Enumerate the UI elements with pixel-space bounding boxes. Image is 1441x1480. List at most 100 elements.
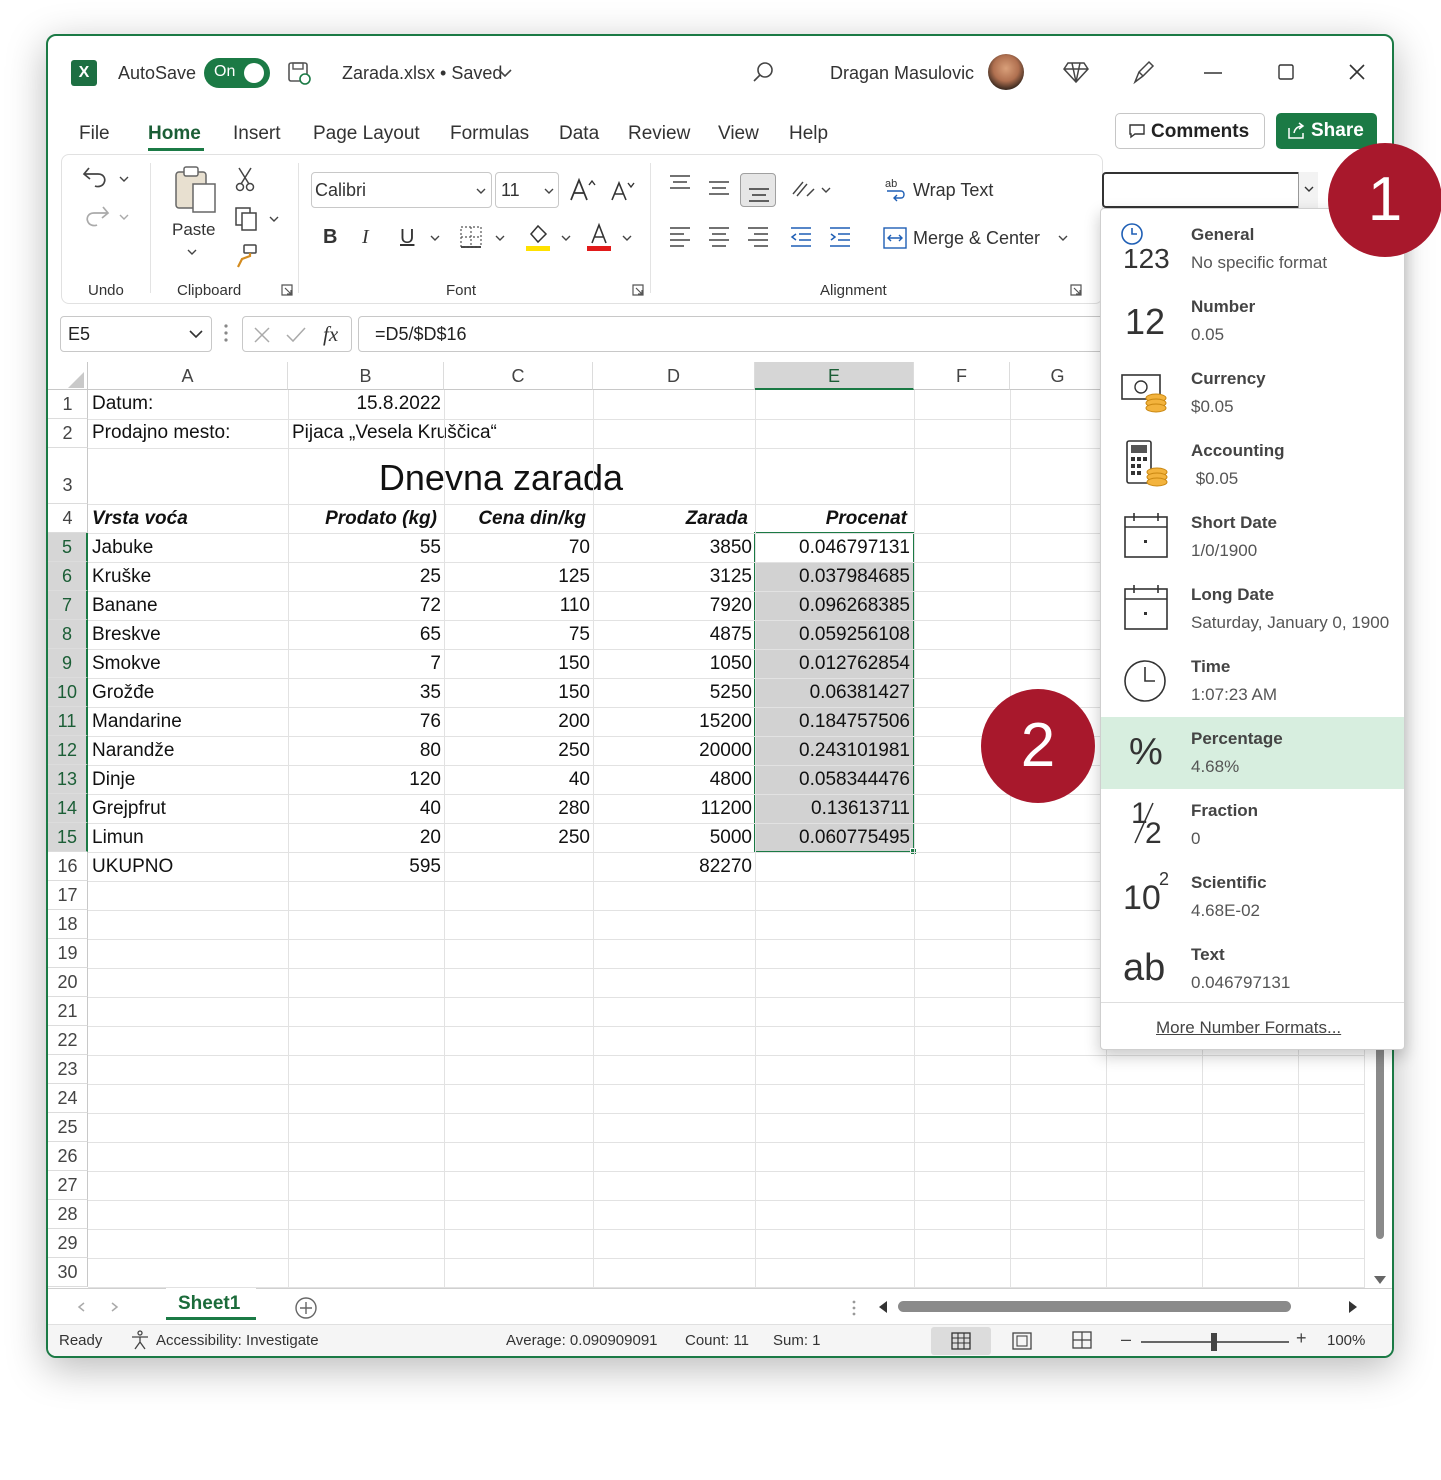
paste-icon[interactable] [173,164,219,214]
prev-sheet-icon[interactable] [77,1302,85,1312]
row-header[interactable]: 29 [48,1229,88,1258]
cell-percent[interactable]: 0.184757506 [755,711,910,733]
tab-view[interactable]: View [718,123,759,145]
undo-icon[interactable] [81,164,111,192]
total-cell[interactable]: 82270 [593,856,752,878]
cell-number[interactable]: 25 [288,566,441,588]
save-icon[interactable] [286,60,312,86]
cell-fruit[interactable]: Breskve [92,624,161,646]
sheet-title[interactable]: Dnevna zarada [88,457,914,499]
cell-percent[interactable]: 0.037984685 [755,566,910,588]
italic-button[interactable]: I [362,226,369,249]
sheet-tab-active[interactable]: Sheet1 [166,1288,256,1320]
cell-fruit[interactable]: Limun [92,827,144,849]
column-header-selected[interactable]: E [755,362,914,390]
number-format-dropdown[interactable] [1102,172,1318,208]
formula-input[interactable]: =D5/$D$16 [358,316,1118,352]
cell-number[interactable]: 72 [288,595,441,617]
row-header-selected[interactable]: 15 [48,823,88,852]
total-cell[interactable]: 595 [288,856,441,878]
tab-formulas[interactable]: Formulas [450,123,529,145]
cell-number[interactable]: 55 [288,537,441,559]
row-header-selected[interactable]: 9 [48,649,88,678]
cell-number[interactable]: 4875 [593,624,752,646]
cell-number[interactable]: 7920 [593,595,752,617]
row-header[interactable]: 28 [48,1200,88,1229]
column-header[interactable]: B [288,362,444,390]
row-header[interactable]: 1 [48,390,88,419]
row-header-selected[interactable]: 8 [48,620,88,649]
cell-fruit[interactable]: Jabuke [92,537,153,559]
header-cell[interactable]: Procenat [755,508,907,530]
tab-insert[interactable]: Insert [233,123,281,145]
cell-number[interactable]: 3125 [593,566,752,588]
decrease-font-size-icon[interactable] [609,178,637,204]
cell-percent[interactable]: 0.243101981 [755,740,910,762]
tab-page-layout[interactable]: Page Layout [313,123,420,145]
cell-percent[interactable]: 0.058344476 [755,769,910,791]
row-header-selected[interactable]: 10 [48,678,88,707]
normal-view-button[interactable] [931,1327,991,1355]
cell-number[interactable]: 250 [444,740,590,762]
row-header-selected[interactable]: 14 [48,794,88,823]
tab-file[interactable]: File [79,123,110,145]
close-icon[interactable] [1349,64,1365,80]
column-header[interactable]: A [88,362,288,390]
row-header[interactable]: 23 [48,1055,88,1084]
chevron-down-icon[interactable] [561,235,571,242]
format-option-time[interactable]: Time 1:07:23 AM [1101,645,1404,717]
cell-percent[interactable]: 0.13613711 [755,798,910,820]
cell-fruit[interactable]: Kruške [92,566,151,588]
chevron-down-icon[interactable] [269,216,279,223]
column-header[interactable]: F [914,362,1010,390]
tab-review[interactable]: Review [628,123,690,145]
font-color-icon[interactable] [586,222,612,252]
cell-percent[interactable]: 0.060775495 [755,827,910,849]
scroll-down-icon[interactable] [1373,1274,1387,1286]
cell-number[interactable]: 120 [288,769,441,791]
scroll-right-icon[interactable] [1348,1300,1358,1314]
chevron-down-icon[interactable] [622,235,632,242]
cell-fruit[interactable]: Mandarine [92,711,182,733]
page-break-view-icon[interactable] [1072,1331,1092,1349]
decrease-indent-icon[interactable] [789,226,813,248]
row-header-selected[interactable]: 6 [48,562,88,591]
cell-number[interactable]: 1050 [593,653,752,675]
format-option-currency[interactable]: Currency $0.05 [1101,357,1404,429]
borders-icon[interactable] [459,225,483,249]
row-header[interactable]: 16 [48,852,88,881]
status-sum[interactable]: Sum: 1 [773,1332,821,1349]
format-painter-icon[interactable] [234,243,260,269]
chevron-down-icon[interactable] [495,235,505,242]
copy-icon[interactable] [234,206,258,232]
zoom-out-icon[interactable]: – [1121,1329,1131,1350]
cell-number[interactable]: 75 [444,624,590,646]
font-name-dropdown[interactable]: Calibri [311,172,492,208]
autosave-toggle[interactable]: On [204,58,270,88]
row-header[interactable]: 2 [48,419,88,448]
format-option-number[interactable]: 12 Number 0.05 [1101,285,1404,357]
row-header-selected[interactable]: 12 [48,736,88,765]
chevron-down-icon[interactable] [119,176,129,183]
status-count[interactable]: Count: 11 [685,1332,749,1349]
cell-number[interactable]: 280 [444,798,590,820]
chevron-down-icon[interactable] [821,187,831,194]
insert-function-icon[interactable]: fx [323,322,338,347]
pen-icon[interactable] [1131,58,1157,86]
accessibility-icon[interactable] [130,1330,150,1350]
chevron-down-icon[interactable] [430,235,440,242]
cell-percent[interactable]: 0.096268385 [755,595,910,617]
row-header[interactable]: 18 [48,910,88,939]
column-header[interactable]: G [1010,362,1106,390]
dialog-launcher-icon[interactable] [1070,284,1082,296]
cell-percent[interactable]: 0.059256108 [755,624,910,646]
cut-icon[interactable] [234,166,256,192]
cell-number[interactable]: 40 [444,769,590,791]
wrap-text-label[interactable]: Wrap Text [913,180,993,201]
row-header[interactable]: 3 [48,448,88,504]
wrap-text-icon[interactable]: ab [884,176,908,202]
cell-number[interactable]: 80 [288,740,441,762]
row-header[interactable]: 27 [48,1171,88,1200]
font-size-dropdown[interactable]: 11 [495,172,559,208]
header-cell[interactable]: Vrsta voća [92,508,188,530]
